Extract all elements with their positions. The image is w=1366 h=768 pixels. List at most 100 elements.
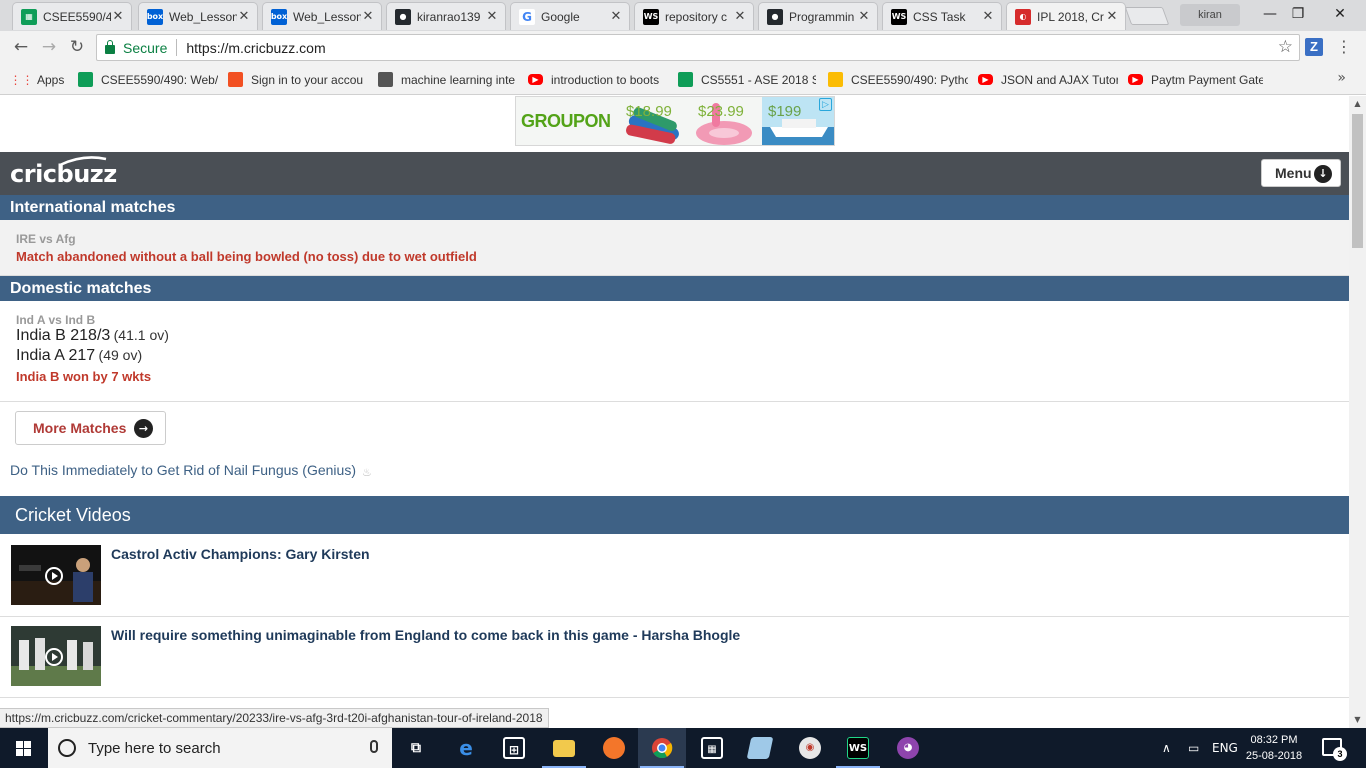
start-button[interactable] bbox=[0, 728, 48, 768]
taskbar-notes[interactable] bbox=[736, 728, 784, 768]
maximize-icon[interactable]: ❐ bbox=[1278, 0, 1318, 28]
taskbar-cat-app[interactable]: ◕ bbox=[884, 728, 932, 768]
bookmark-item[interactable]: ⋮⋮ Apps bbox=[14, 71, 74, 88]
tab-close-icon[interactable]: ✕ bbox=[609, 9, 623, 24]
bookmark-item[interactable]: CSEE5590/490: Web/ bbox=[78, 71, 218, 88]
ad-item-mats[interactable]: $18.99 bbox=[622, 97, 692, 145]
browser-menu-icon[interactable]: ⋮ bbox=[1336, 37, 1352, 57]
adchoices-icon[interactable]: ▷ bbox=[819, 98, 832, 111]
bookmark-icon bbox=[378, 72, 393, 87]
match-teams: IRE vs Afg bbox=[16, 232, 76, 246]
tab-close-icon[interactable]: ✕ bbox=[485, 9, 499, 24]
browser-tab[interactable]: box Web_Lesson ✕ bbox=[138, 2, 258, 30]
bookmark-item[interactable]: ▶ Paytm Payment Gatev bbox=[1128, 71, 1263, 88]
sheets-icon bbox=[678, 72, 693, 87]
bookmark-item[interactable]: CSEE5590/490: Pytho bbox=[828, 71, 968, 88]
play-icon bbox=[45, 567, 63, 585]
browser-tab[interactable]: G Google ✕ bbox=[510, 2, 630, 30]
address-bar[interactable]: Secure https://m.cricbuzz.com ☆ bbox=[96, 34, 1300, 61]
groupon-ad-banner[interactable]: GROUPON $18.99 $23.99 $199 ▷ bbox=[515, 96, 835, 146]
scroll-down-icon[interactable]: ▼ bbox=[1349, 712, 1366, 728]
taskbar-search-box[interactable]: Type here to search bbox=[48, 728, 392, 768]
tab-close-icon[interactable]: ✕ bbox=[361, 9, 375, 24]
bookmark-item[interactable]: ▶ introduction to boots bbox=[528, 71, 668, 88]
match-card-ire-afg[interactable]: IRE vs Afg Match abandoned without a bal… bbox=[0, 220, 1349, 276]
drive-icon bbox=[828, 72, 843, 87]
tab-title: kiranrao139 bbox=[417, 9, 481, 24]
browser-tab[interactable]: ◐ IPL 2018, Cr ✕ bbox=[1006, 2, 1126, 30]
site-header: cricbuzz Menu ↓ bbox=[0, 152, 1349, 195]
extension-z-icon[interactable]: Z bbox=[1305, 38, 1323, 56]
sponsored-link[interactable]: Do This Immediately to Get Rid of Nail F… bbox=[10, 462, 374, 479]
scrollbar-thumb[interactable] bbox=[1352, 114, 1363, 248]
bookmark-star-icon[interactable]: ☆ bbox=[1278, 37, 1293, 57]
more-matches-label: More Matches bbox=[33, 420, 127, 436]
browser-tab[interactable]: ● kiranrao139 ✕ bbox=[386, 2, 506, 30]
bookmark-item[interactable]: machine learning inte bbox=[378, 71, 518, 88]
taskbar-edge[interactable]: e bbox=[442, 728, 490, 768]
menu-button[interactable]: Menu ↓ bbox=[1261, 159, 1341, 187]
video-title[interactable]: Will require something unimaginable from… bbox=[111, 627, 740, 643]
bookmark-label: CSEE5590/490: Web/ bbox=[101, 72, 218, 87]
tab-title: Programmin bbox=[789, 9, 855, 24]
task-view-button[interactable]: ⧉ bbox=[392, 728, 440, 768]
store-icon: ⊞ bbox=[503, 737, 525, 759]
tab-close-icon[interactable]: ✕ bbox=[1105, 9, 1119, 24]
taskbar-chrome[interactable] bbox=[638, 728, 686, 768]
tab-close-icon[interactable]: ✕ bbox=[733, 9, 747, 24]
ad-item-float[interactable]: $23.99 bbox=[692, 97, 762, 145]
more-matches-button[interactable]: More Matches → bbox=[15, 411, 166, 445]
tab-title: IPL 2018, Cr bbox=[1037, 9, 1104, 24]
language-indicator[interactable]: ENG bbox=[1212, 728, 1238, 768]
taskbar-store[interactable]: ⊞ bbox=[490, 728, 538, 768]
video-title[interactable]: Castrol Activ Champions: Gary Kirsten bbox=[111, 546, 370, 562]
taskbar-paint[interactable]: ◉ bbox=[786, 728, 834, 768]
tab-close-icon[interactable]: ✕ bbox=[857, 9, 871, 24]
bookmark-label: CSEE5590/490: Pytho bbox=[851, 72, 968, 87]
new-tab-button[interactable] bbox=[1124, 7, 1170, 25]
tab-close-icon[interactable]: ✕ bbox=[981, 9, 995, 24]
system-clock[interactable]: 08:32 PM 25-08-2018 bbox=[1244, 732, 1304, 764]
clock-time: 08:32 PM bbox=[1250, 734, 1298, 746]
windows-taskbar: Type here to search ⧉ e ⊞ ▦ ◉ WS ◕ ∧ ▭ E… bbox=[0, 728, 1366, 768]
bookmark-label: machine learning inte bbox=[401, 72, 516, 87]
bookmark-item[interactable]: CS5551 - ASE 2018 Sp bbox=[678, 71, 816, 88]
bookmark-label: CS5551 - ASE 2018 Sp bbox=[701, 72, 816, 87]
menu-label: Menu bbox=[1275, 165, 1312, 181]
taskbar-firefox[interactable] bbox=[590, 728, 638, 768]
scroll-up-icon[interactable]: ▲ bbox=[1349, 96, 1366, 112]
browser-tab[interactable]: WS CSS Task ✕ bbox=[882, 2, 1002, 30]
browser-tab[interactable]: box Web_Lesson ✕ bbox=[262, 2, 382, 30]
video-thumbnail[interactable] bbox=[11, 626, 101, 686]
taskbar-file-explorer[interactable] bbox=[540, 728, 588, 768]
forward-icon[interactable]: → bbox=[38, 36, 60, 58]
apps-grid-icon: ⋮⋮ bbox=[14, 72, 34, 87]
tab-close-icon[interactable]: ✕ bbox=[111, 9, 125, 24]
match-card-inda-indb[interactable]: Ind A vs Ind B India B 218/3 (41.1 ov) I… bbox=[0, 301, 1349, 402]
close-window-icon[interactable]: ✕ bbox=[1320, 0, 1360, 28]
url-text[interactable]: https://m.cricbuzz.com bbox=[186, 40, 325, 56]
taskbar-calculator[interactable]: ▦ bbox=[688, 728, 736, 768]
bookmark-item[interactable]: Sign in to your accou bbox=[228, 71, 366, 88]
tab-close-icon[interactable]: ✕ bbox=[237, 9, 251, 24]
microphone-icon[interactable] bbox=[370, 740, 378, 753]
bookmark-item[interactable]: ▶ JSON and AJAX Tutor bbox=[978, 71, 1118, 88]
more-bookmarks-icon[interactable]: » bbox=[1337, 70, 1346, 86]
back-icon[interactable]: ← bbox=[10, 36, 32, 58]
cricbuzz-logo[interactable]: cricbuzz bbox=[10, 162, 117, 186]
show-hidden-icons[interactable]: ∧ bbox=[1162, 728, 1171, 768]
video-item[interactable]: Castrol Activ Champions: Gary Kirsten bbox=[0, 536, 1349, 617]
battery-icon[interactable]: ▭ bbox=[1188, 728, 1199, 768]
folder-icon bbox=[553, 740, 575, 757]
reload-icon[interactable]: ↻ bbox=[66, 36, 88, 58]
github-icon: ● bbox=[767, 8, 783, 25]
profile-button[interactable]: kiran bbox=[1180, 4, 1240, 26]
browser-tab[interactable]: ● Programmin ✕ bbox=[758, 2, 878, 30]
taskbar-webstorm[interactable]: WS bbox=[834, 728, 882, 768]
vertical-scrollbar[interactable]: ▲ ▼ bbox=[1349, 96, 1366, 728]
browser-tab[interactable]: WS repository c ✕ bbox=[634, 2, 754, 30]
video-item[interactable]: Will require something unimaginable from… bbox=[0, 617, 1349, 698]
browser-tab[interactable]: ▦ CSEE5590/49✕ bbox=[12, 2, 132, 30]
video-thumbnail[interactable] bbox=[11, 545, 101, 605]
bookmark-label: introduction to boots bbox=[551, 72, 660, 87]
